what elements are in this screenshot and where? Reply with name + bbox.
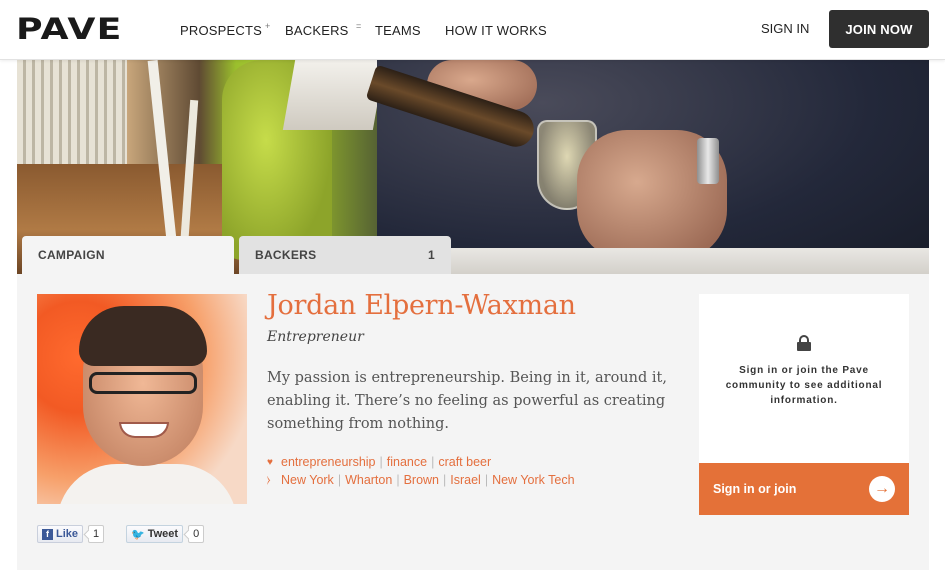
network-icon: ⧽ (267, 474, 271, 486)
sign-in-or-join-button[interactable]: Sign in or join → (699, 463, 909, 515)
interests-list: ♥ entrepreneurship | finance | craft beer (267, 455, 492, 469)
tab-label: CAMPAIGN (38, 248, 105, 262)
tab-backers[interactable]: BACKERS 1 (239, 236, 451, 274)
locked-info-message: Sign in or join the Pave community to se… (725, 365, 883, 406)
heart-icon: ♥ (267, 456, 273, 468)
facebook-icon: f (42, 528, 53, 540)
tweet-label: Tweet (147, 528, 179, 540)
nav-how-it-works[interactable]: HOW IT WORKS (445, 0, 547, 60)
profile-role: Entrepreneur (267, 329, 364, 345)
lock-icon (797, 335, 811, 351)
hero-radiator (17, 60, 127, 180)
nav-backers[interactable]: BACKERS (285, 0, 349, 60)
like-label: Like (56, 528, 79, 540)
pave-logo[interactable]: PAVE (16, 14, 123, 44)
join-now-button[interactable]: JOIN NOW (829, 10, 929, 48)
arrow-right-icon: → (869, 476, 895, 502)
interest-tag[interactable]: entrepreneurship (281, 455, 376, 469)
like-count: 1 (88, 525, 105, 543)
top-header: PAVE PROSPECTS + BACKERS = TEAMS HOW IT … (0, 0, 945, 60)
affiliation-tag[interactable]: Israel (450, 473, 481, 487)
facebook-like-button[interactable]: f Like (37, 525, 84, 543)
tab-count: 1 (428, 248, 435, 262)
tab-campaign[interactable]: CAMPAIGN (22, 236, 234, 274)
nav-separator-plus: + (265, 21, 271, 31)
affiliations-list: ⧽ New York | Wharton | Brown | Israel | New … (267, 473, 575, 487)
sign-in-link[interactable]: SIGN IN (761, 21, 809, 36)
tweet-count: 0 (188, 525, 205, 543)
hero-watch (697, 138, 719, 184)
twitter-tweet: 🐦 Tweet 0 (126, 525, 205, 543)
affiliation-tag[interactable]: Brown (404, 473, 439, 487)
hero-table (377, 248, 929, 274)
profile-bio: My passion is entrepreneurship. Being in… (267, 370, 667, 432)
affiliation-tag[interactable]: Wharton (345, 473, 392, 487)
tweet-button[interactable]: 🐦 Tweet (126, 525, 184, 543)
interest-tag[interactable]: finance (387, 455, 427, 469)
nav-label[interactable]: PROSPECTS (180, 23, 262, 38)
nav-label[interactable]: HOW IT WORKS (445, 23, 547, 38)
nav-prospects[interactable]: PROSPECTS (180, 0, 262, 60)
facebook-like: f Like 1 (37, 525, 105, 543)
twitter-bird-icon: 🐦 (131, 528, 145, 541)
nav-teams[interactable]: TEAMS (375, 0, 421, 60)
affiliation-tag[interactable]: New York Tech (492, 473, 574, 487)
nav-label[interactable]: BACKERS (285, 23, 349, 38)
affiliation-tag[interactable]: New York (281, 473, 334, 487)
profile-photo (37, 294, 247, 504)
profile-name: Jordan Elpern-Waxman (267, 290, 576, 321)
sign-in-or-join-label: Sign in or join (713, 482, 797, 496)
nav-label[interactable]: TEAMS (375, 23, 421, 38)
tab-label: BACKERS (255, 248, 317, 262)
nav-separator-equals: = (356, 21, 362, 31)
interest-tag[interactable]: craft beer (438, 455, 491, 469)
